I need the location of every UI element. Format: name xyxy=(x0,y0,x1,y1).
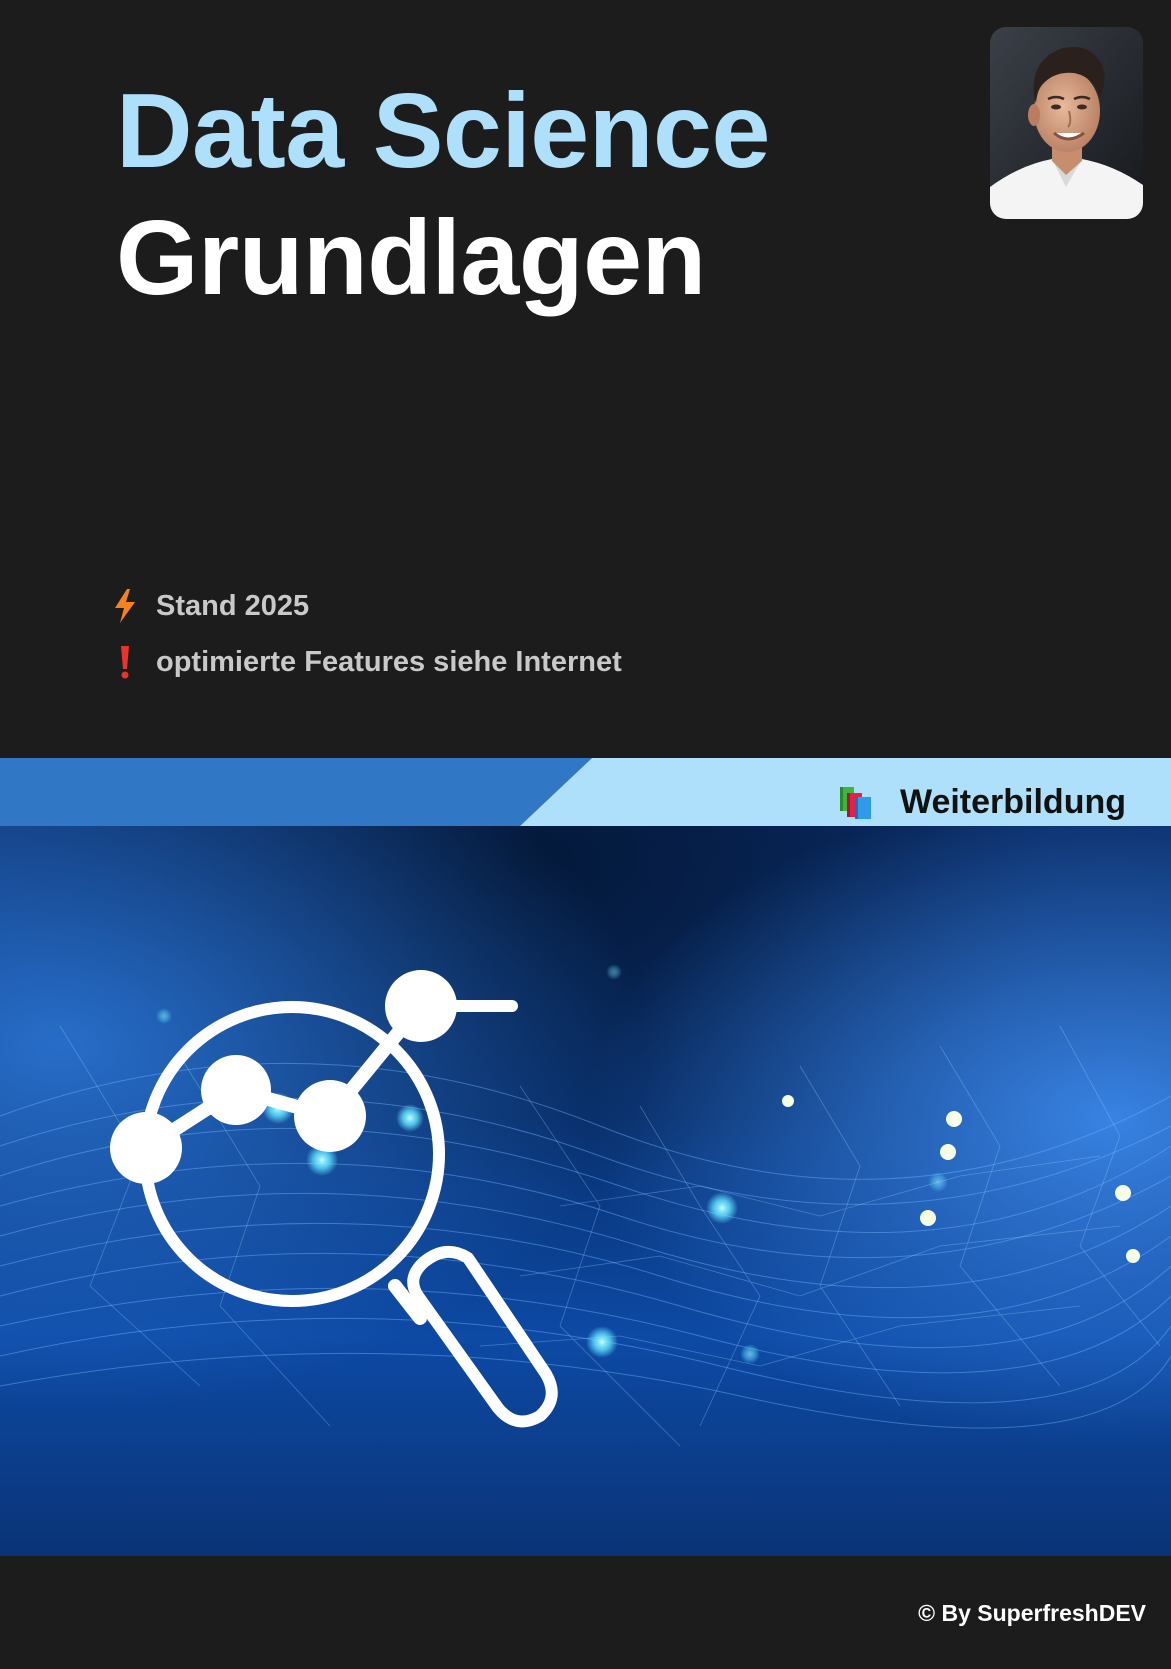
hero-illustration xyxy=(0,826,1171,1556)
notes-list: Stand 2025 optimierte Features siehe Int… xyxy=(112,578,622,690)
author-avatar xyxy=(990,27,1143,219)
lightning-icon xyxy=(112,588,138,624)
note-features: optimierte Features siehe Internet xyxy=(112,634,622,690)
note-stand-text: Stand 2025 xyxy=(156,589,310,622)
footer-copyright: © By SuperfreshDEV xyxy=(918,1600,1146,1626)
books-icon xyxy=(839,787,871,819)
author-portrait-image xyxy=(990,27,1143,219)
badge-text: Weiterbildung xyxy=(899,782,1126,821)
badge-weiterbildung: Weiterbildung xyxy=(838,780,1126,824)
title-grundlagen: Grundlagen xyxy=(116,199,706,317)
cover-page: Data Science Grundlagen Stand 2025 optim… xyxy=(0,0,1171,1669)
exclamation-icon xyxy=(112,644,138,680)
title-data-science: Data Science xyxy=(116,72,770,190)
note-features-text: optimierte Features siehe Internet xyxy=(156,645,622,678)
note-stand: Stand 2025 xyxy=(112,578,622,634)
